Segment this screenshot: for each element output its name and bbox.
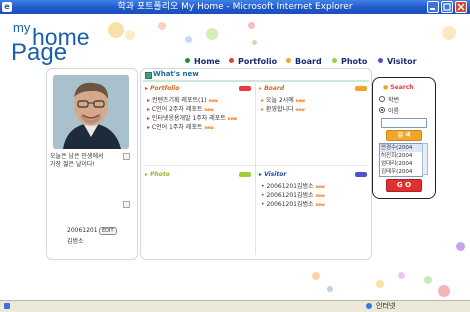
visitor-section-title: ▸ Visitor (259, 171, 287, 178)
nav-board[interactable]: Board (286, 57, 322, 66)
list-item[interactable]: ▸ 인터넷응용개발 1주차 레포트 new (147, 113, 237, 122)
globe-icon (366, 303, 372, 309)
status-bar: 인터넷 (0, 300, 470, 312)
close-button[interactable] (455, 1, 467, 13)
logo-page-text: Page (11, 39, 68, 66)
decor-bubble (185, 36, 192, 43)
whats-new-title: What's new (153, 70, 199, 78)
nav-dot-icon (185, 58, 190, 63)
decor-bubble (108, 22, 124, 38)
radio-name-label: 이름 (388, 108, 400, 115)
decor-bubble (158, 22, 166, 30)
nav-dot-icon (286, 58, 291, 63)
student-id: 20061201 (67, 227, 98, 234)
nav-portfolio[interactable]: Portfolio (229, 57, 277, 66)
board-section-title: ▸ Board (259, 85, 285, 92)
search-input[interactable] (381, 118, 427, 128)
decor-bubble (424, 276, 432, 284)
divider (143, 165, 369, 166)
decor-bubble (206, 28, 218, 40)
whats-new-icon (145, 72, 152, 79)
decor-bubble (398, 272, 405, 279)
list-item[interactable]: • 20061201김범소 new (261, 199, 325, 208)
scroll-down-arrow[interactable] (123, 201, 130, 208)
profile-panel: 오늘은 남은 인생에서 가장 젊은 날이다! 20061201 EDIT 김범소 (46, 68, 138, 260)
list-item[interactable]: ▸ 컨텐츠기획 레포트(1) new (147, 95, 218, 104)
edit-button[interactable]: EDIT (99, 227, 117, 235)
window-title: 학과 포트폴리오 My Home - Microsoft Internet Ex… (117, 2, 353, 12)
nav-dot-icon (229, 58, 234, 63)
nav-dot-icon (378, 58, 383, 63)
decor-bubble (252, 40, 257, 45)
divider (255, 83, 256, 255)
visitor-more-button[interactable] (355, 172, 367, 177)
go-button[interactable]: G O (386, 179, 422, 192)
radio-name[interactable] (379, 107, 385, 113)
decor-bubble (442, 26, 456, 40)
minimize-button[interactable] (427, 1, 439, 13)
title-bar: e 학과 포트폴리오 My Home - Microsoft Internet … (0, 0, 470, 14)
decor-bubble (248, 22, 255, 29)
divider (143, 80, 369, 82)
security-zone-label: 인터넷 (376, 302, 396, 310)
list-item[interactable]: ▸ 오늘 2시에 new (261, 95, 305, 104)
decor-bubble (312, 272, 320, 280)
decor-bubble (125, 30, 135, 40)
logo-my-text: my (13, 20, 31, 35)
board-more-button[interactable] (355, 86, 367, 91)
nav-home[interactable]: Home (185, 57, 220, 66)
nav-dot-icon (332, 58, 337, 63)
list-item[interactable]: ▸ C언어 1주차 레포트 new (147, 122, 214, 131)
search-results-list[interactable]: 안경수(2004 허진희(2004 엄대리(2004 김태우(2004 (379, 143, 423, 177)
nav-visitor[interactable]: Visitor (378, 57, 417, 66)
results-scrollbar[interactable] (422, 143, 428, 175)
radio-student-id[interactable] (379, 96, 385, 102)
search-panel: ● Search 학번 이름 검 색 안경수(2004 허진희(2004 엄대리… (372, 77, 436, 199)
student-name: 김범소 (67, 238, 84, 245)
search-button[interactable]: 검 색 (386, 130, 422, 141)
radio-student-id-label: 학번 (388, 97, 400, 104)
whats-new-panel: What's new ▸ Portfolio ▸ 컨텐츠기획 레포트(1) new… (140, 68, 372, 260)
nav-photo[interactable]: Photo (332, 57, 367, 66)
list-item[interactable]: ▸ 환영합니다 new (261, 104, 305, 113)
portfolio-section-title: ▸ Portfolio (145, 85, 180, 92)
photo-section-title: ▸ Photo (145, 171, 170, 178)
profile-photo (53, 75, 129, 149)
list-item[interactable]: • 20061201김범소 new (261, 181, 325, 190)
decor-bubble (456, 242, 465, 251)
photo-more-button[interactable] (239, 172, 251, 177)
search-title: ● Search (383, 84, 414, 91)
list-item[interactable]: 안경수(2004 (380, 144, 422, 152)
page-icon (4, 303, 10, 309)
maximize-button[interactable] (441, 1, 453, 13)
list-item[interactable]: 허진희(2004 (380, 152, 422, 160)
decor-bubble (327, 286, 333, 292)
list-item[interactable]: ▸ C언어 2주차 레포트 new (147, 104, 214, 113)
decor-bubble (376, 280, 384, 288)
list-item[interactable]: 엄대리(2004 (380, 160, 422, 168)
list-item[interactable]: • 20061201김범소 new (261, 190, 325, 199)
profile-greeting: 오늘은 남은 인생에서 가장 젊은 날이다! (50, 153, 104, 168)
list-item[interactable]: 김태우(2004 (380, 168, 422, 176)
portfolio-more-button[interactable] (239, 86, 251, 91)
scroll-up-arrow[interactable] (123, 153, 130, 160)
decor-bubble (438, 285, 450, 297)
